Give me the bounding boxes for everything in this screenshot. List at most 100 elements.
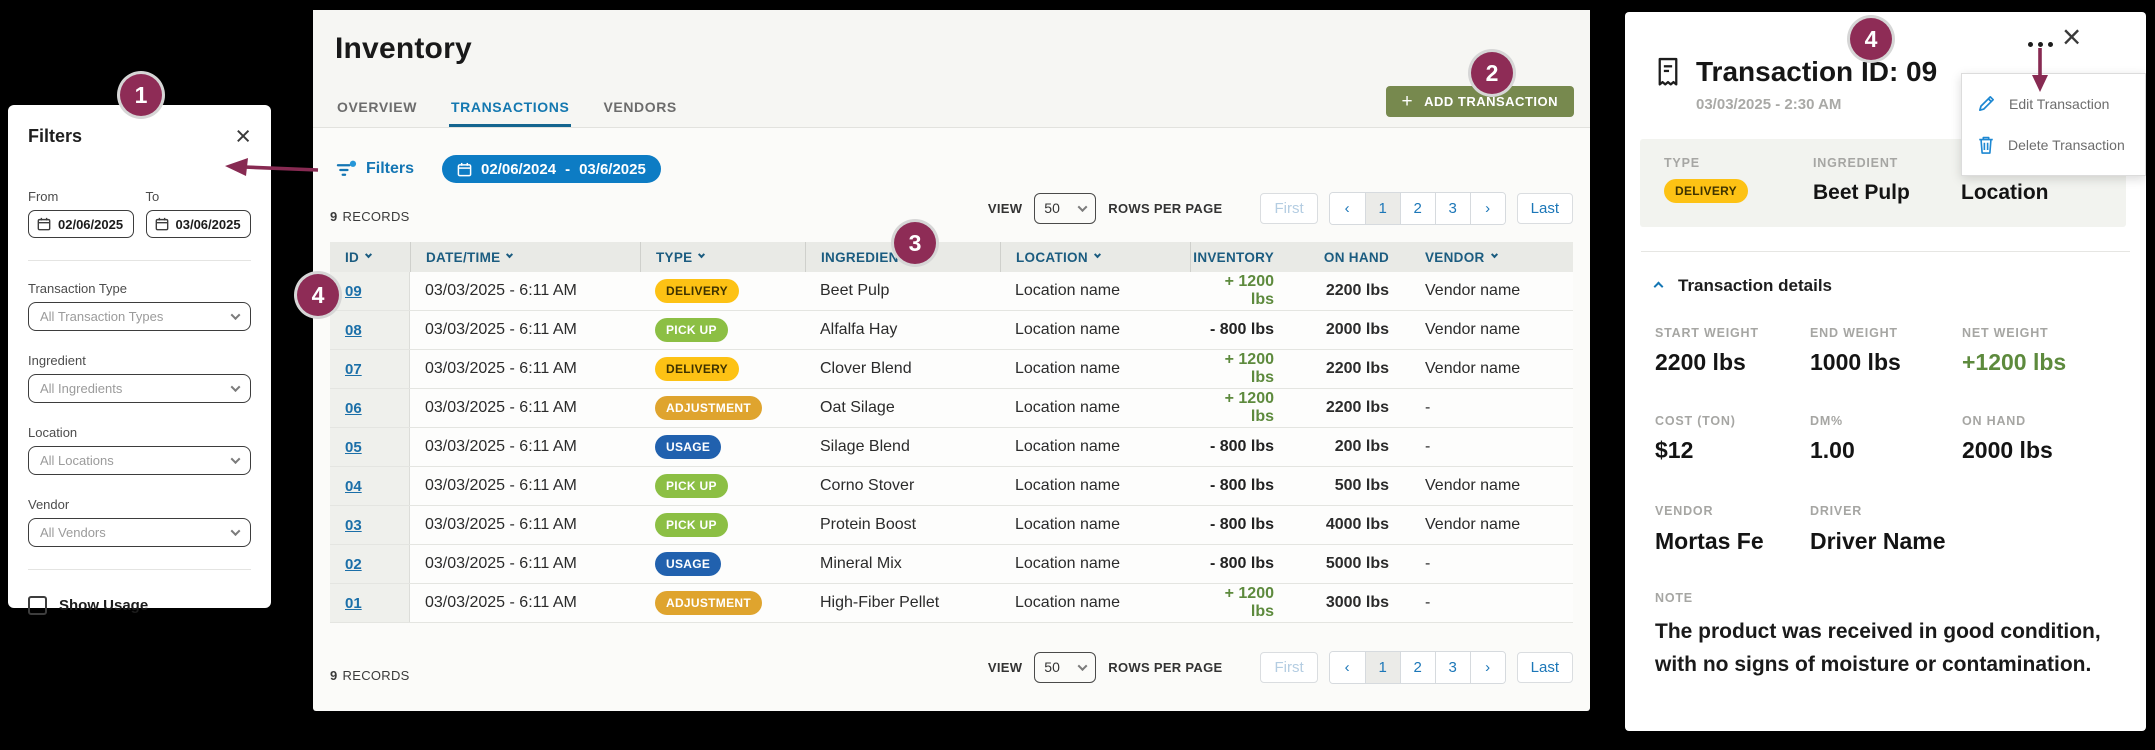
tab-overview[interactable]: OVERVIEW [335, 89, 419, 127]
table-controls-bottom: 9RECORDS VIEW 50 ROWS PER PAGE First ‹ 1… [330, 651, 1573, 683]
inventory-panel: Inventory OVERVIEW TRANSACTIONS VENDORS … [313, 10, 1590, 711]
transaction-id-link[interactable]: 01 [345, 595, 362, 612]
pencil-icon [1977, 94, 1996, 113]
chevron-down-icon [231, 310, 241, 320]
first-page-button[interactable]: First [1260, 193, 1317, 224]
tab-transactions[interactable]: TRANSACTIONS [449, 89, 571, 127]
transactions-table: ID DATE/TIME TYPE INGREDIENT LOCATION IN… [330, 242, 1573, 623]
annotation-badge-2: 2 [1471, 52, 1513, 94]
type-badge: DELIVERY [655, 357, 739, 381]
date-range-chip[interactable]: 02/06/2024 - 03/6/2025 [442, 155, 661, 183]
last-page-button[interactable]: Last [1517, 193, 1573, 224]
rows-per-page-select[interactable]: 50 [1034, 652, 1096, 683]
next-page-button[interactable]: › [1470, 652, 1505, 683]
column-header-vendor[interactable]: VENDOR [1405, 242, 1573, 272]
transaction-type-select[interactable]: All Transaction Types [28, 302, 251, 331]
column-header-id[interactable]: ID [330, 242, 410, 272]
column-header-type[interactable]: TYPE [640, 242, 805, 272]
vendor-driver-section: VENDORMortas Fe DRIVERDriver Name [1655, 504, 2116, 555]
vendor-label: Vendor [28, 497, 251, 512]
transaction-actions-menu: Edit Transaction Delete Transaction [1961, 73, 2146, 176]
table-row[interactable]: 08 03/03/2025 - 6:11 AM PICK UP Alfalfa … [330, 311, 1573, 350]
type-badge: ADJUSTMENT [655, 591, 762, 615]
calendar-icon [37, 217, 51, 231]
transaction-id-link[interactable]: 06 [345, 400, 362, 417]
type-badge: PICK UP [655, 513, 728, 537]
column-header-datetime[interactable]: DATE/TIME [410, 242, 640, 272]
to-label: To [146, 189, 252, 204]
location-select[interactable]: All Locations [28, 446, 251, 475]
close-icon[interactable]: × [2062, 24, 2081, 50]
last-page-button[interactable]: Last [1517, 652, 1573, 683]
column-header-onhand[interactable]: ON HAND [1290, 242, 1405, 272]
page-1-button[interactable]: 1 [1365, 652, 1400, 683]
type-badge: DELIVERY [1664, 179, 1748, 203]
table-row[interactable]: 02 03/03/2025 - 6:11 AM USAGE Mineral Mi… [330, 545, 1573, 584]
table-row[interactable]: 05 03/03/2025 - 6:11 AM USAGE Silage Ble… [330, 428, 1573, 467]
chevron-up-icon [1654, 281, 1664, 291]
pagination: First ‹ 1 2 3 › Last [1260, 192, 1573, 225]
rows-per-page-select[interactable]: 50 [1034, 193, 1096, 224]
table-row[interactable]: 04 03/03/2025 - 6:11 AM PICK UP Corno St… [330, 467, 1573, 506]
first-page-button[interactable]: First [1260, 652, 1317, 683]
to-date-input[interactable]: 03/06/2025 [146, 210, 252, 238]
tab-bar: OVERVIEW TRANSACTIONS VENDORS [335, 89, 679, 127]
location-value: Location [1961, 181, 2102, 205]
filter-icon [336, 160, 357, 179]
transaction-id-link[interactable]: 03 [345, 517, 362, 534]
prev-page-button[interactable]: ‹ [1330, 193, 1365, 224]
column-header-location[interactable]: LOCATION [1000, 242, 1190, 272]
transaction-id-link[interactable]: 02 [345, 556, 362, 573]
note-section: NOTE The product was received in good co… [1655, 591, 2116, 681]
net-weight-value: +1200 lbs [1962, 349, 2116, 376]
sort-caret-icon [365, 251, 372, 258]
filters-link[interactable]: Filters [336, 160, 414, 179]
annotation-arrow-left [220, 156, 322, 182]
vendor-select[interactable]: All Vendors [28, 518, 251, 547]
table-row[interactable]: 06 03/03/2025 - 6:11 AM ADJUSTMENT Oat S… [330, 389, 1573, 428]
page-title: Inventory [335, 32, 1590, 66]
receipt-icon [1655, 57, 1681, 88]
edit-transaction-menu-item[interactable]: Edit Transaction [1962, 83, 2145, 124]
table-row[interactable]: 07 03/03/2025 - 6:11 AM DELIVERY Clover … [330, 350, 1573, 389]
page-2-button[interactable]: 2 [1400, 652, 1435, 683]
delete-transaction-menu-item[interactable]: Delete Transaction [1962, 124, 2145, 166]
tab-vendors[interactable]: VENDORS [601, 89, 678, 127]
prev-page-button[interactable]: ‹ [1330, 652, 1365, 683]
transaction-id-link[interactable]: 09 [345, 283, 362, 300]
column-header-inventory[interactable]: INVENTORY [1190, 242, 1290, 272]
show-usage-label: Show Usage [59, 597, 148, 614]
transaction-type-label: Transaction Type [28, 281, 251, 296]
transaction-id-link[interactable]: 05 [345, 439, 362, 456]
close-icon[interactable]: × [235, 123, 251, 149]
from-date-input[interactable]: 02/06/2025 [28, 210, 134, 238]
plus-icon: + [1402, 92, 1414, 111]
ingredient-label: INGREDIENT [1813, 156, 1961, 170]
chevron-down-icon [1078, 202, 1088, 212]
page-1-button[interactable]: 1 [1365, 193, 1400, 224]
rows-per-page-label: ROWS PER PAGE [1108, 660, 1222, 675]
table-header-row: ID DATE/TIME TYPE INGREDIENT LOCATION IN… [330, 242, 1573, 272]
ingredient-value: Beet Pulp [1813, 181, 1961, 205]
page-3-button[interactable]: 3 [1435, 652, 1470, 683]
annotation-arrow-down [2029, 46, 2051, 94]
type-badge: PICK UP [655, 318, 728, 342]
driver-value: Driver Name [1810, 528, 2116, 555]
table-controls-top: 9RECORDS VIEW 50 ROWS PER PAGE First ‹ 1… [330, 192, 1573, 224]
page-3-button[interactable]: 3 [1435, 193, 1470, 224]
transaction-id-link[interactable]: 07 [345, 361, 362, 378]
transaction-id-link[interactable]: 04 [345, 478, 362, 495]
inventory-header: Inventory OVERVIEW TRANSACTIONS VENDORS … [313, 10, 1590, 128]
table-row[interactable]: 09 03/03/2025 - 6:11 AM DELIVERY Beet Pu… [330, 272, 1573, 311]
next-page-button[interactable]: › [1470, 193, 1505, 224]
ingredient-select[interactable]: All Ingredients [28, 374, 251, 403]
transaction-id-link[interactable]: 08 [345, 322, 362, 339]
table-row[interactable]: 01 03/03/2025 - 6:11 AM ADJUSTMENT High-… [330, 584, 1573, 623]
table-row[interactable]: 03 03/03/2025 - 6:11 AM PICK UP Protein … [330, 506, 1573, 545]
transaction-details-toggle[interactable]: Transaction details [1655, 276, 2116, 296]
page-2-button[interactable]: 2 [1400, 193, 1435, 224]
sort-caret-icon [506, 251, 513, 258]
start-weight-value: 2200 lbs [1655, 349, 1810, 376]
chevron-down-icon [231, 526, 241, 536]
show-usage-checkbox[interactable] [28, 596, 47, 615]
